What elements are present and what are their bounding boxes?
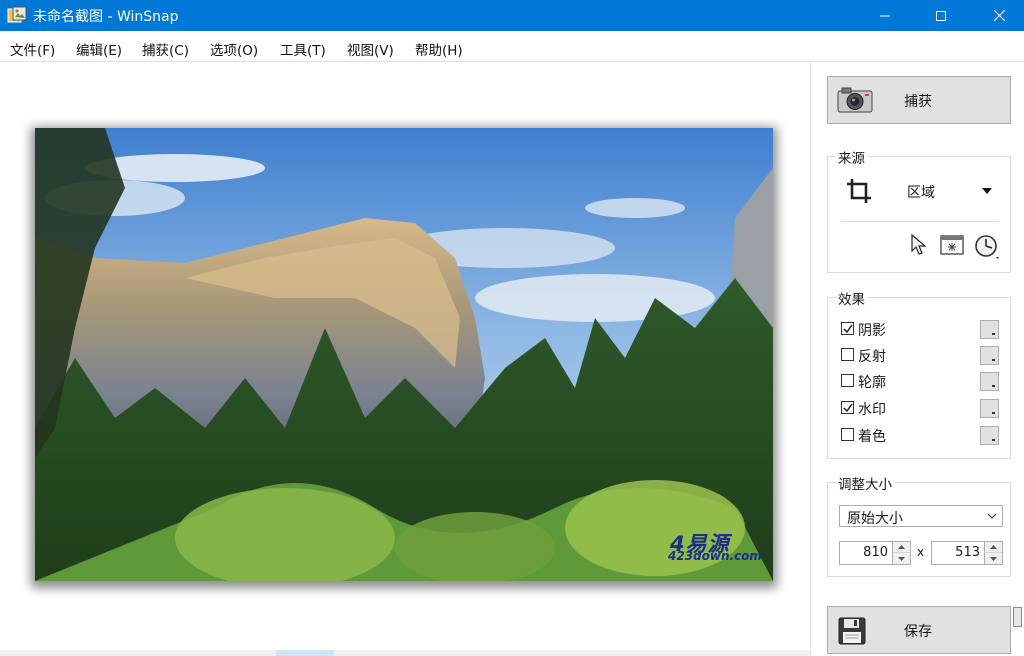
menu-view[interactable]: 视图(V)	[347, 39, 394, 59]
height-down-arrow-icon[interactable]	[984, 553, 1002, 564]
source-mode-label[interactable]: 区域	[907, 182, 935, 202]
floppy-disk-icon	[837, 616, 867, 650]
menu-tools[interactable]: 工具(T)	[280, 39, 326, 59]
resize-group-title: 调整大小	[836, 473, 894, 493]
window-capture-icon[interactable]	[940, 234, 964, 260]
menu-bar: 文件(F) 编辑(E) 捕获(C) 选项(O) 工具(T) 视图(V) 帮助(H…	[0, 31, 1024, 62]
winsnap-app-icon[interactable]	[7, 6, 27, 25]
resize-width-stepper[interactable]: 810	[839, 541, 911, 565]
resize-height-stepper[interactable]: 513	[931, 541, 1003, 565]
effects-group-title: 效果	[836, 288, 867, 308]
effect-watermark-options-button[interactable]	[980, 399, 999, 418]
watermark-url: 423down.com	[668, 549, 762, 563]
resize-width-value[interactable]: 810	[863, 545, 888, 560]
menu-help[interactable]: 帮助(H)	[415, 39, 463, 59]
watermark-overlay: 4易源 423down.com	[668, 528, 768, 568]
horizontal-scrollbar-thumb[interactable]	[276, 650, 334, 656]
resize-mode-value: 原始大小	[847, 511, 903, 527]
effect-shadow-checkbox[interactable]	[841, 322, 854, 335]
window-title: 未命名截图 - WinSnap	[33, 9, 179, 25]
effect-colorize-label: 着色	[858, 429, 886, 445]
panel-scrollbar-thumb[interactable]	[1013, 607, 1022, 627]
effect-watermark-label: 水印	[858, 402, 886, 418]
menu-file[interactable]: 文件(F)	[10, 39, 55, 59]
width-up-arrow-icon[interactable]	[892, 542, 910, 553]
title-bar: 未命名截图 - WinSnap	[0, 0, 1024, 31]
width-down-arrow-icon[interactable]	[892, 553, 910, 564]
menu-capture[interactable]: 捕获(C)	[142, 39, 189, 59]
resize-height-value[interactable]: 513	[955, 545, 980, 560]
cursor-icon[interactable]	[910, 233, 928, 260]
effect-reflection-options-button[interactable]	[980, 346, 999, 365]
camera-icon	[837, 86, 873, 118]
source-separator	[841, 221, 999, 222]
effect-outline-options-button[interactable]	[980, 372, 999, 391]
chevron-down-icon[interactable]	[982, 506, 1002, 526]
crop-icon[interactable]	[845, 177, 873, 209]
effect-outline-label: 轮廓	[858, 375, 886, 391]
effect-colorize-checkbox[interactable]	[841, 428, 854, 441]
capture-button-label: 捕获	[904, 94, 932, 110]
effect-shadow-options-button[interactable]	[980, 320, 999, 339]
save-button-label: 保存	[904, 624, 932, 640]
effect-reflection-label: 反射	[858, 349, 886, 365]
resize-mode-select[interactable]: 原始大小	[839, 505, 1003, 527]
menu-options[interactable]: 选项(O)	[210, 39, 258, 59]
timer-icon[interactable]	[974, 234, 1002, 264]
horizontal-scrollbar[interactable]	[0, 650, 810, 656]
effect-watermark-checkbox[interactable]	[841, 401, 854, 414]
effect-reflection-checkbox[interactable]	[841, 348, 854, 361]
maximize-button[interactable]	[918, 0, 964, 31]
source-dropdown-arrow[interactable]	[982, 188, 992, 194]
captured-image[interactable]	[35, 128, 773, 581]
resize-times-sign: x	[917, 545, 925, 559]
effect-colorize-options-button[interactable]	[980, 426, 999, 445]
height-up-arrow-icon[interactable]	[984, 542, 1002, 553]
source-group-title: 来源	[836, 147, 867, 167]
capture-button[interactable]: 捕获	[827, 76, 1011, 124]
minimize-button[interactable]	[862, 0, 908, 31]
effect-shadow-label: 阴影	[858, 323, 886, 339]
close-button[interactable]	[974, 0, 1024, 31]
menu-edit[interactable]: 编辑(E)	[76, 39, 122, 59]
effect-outline-checkbox[interactable]	[841, 374, 854, 387]
save-button[interactable]: 保存	[827, 606, 1011, 654]
